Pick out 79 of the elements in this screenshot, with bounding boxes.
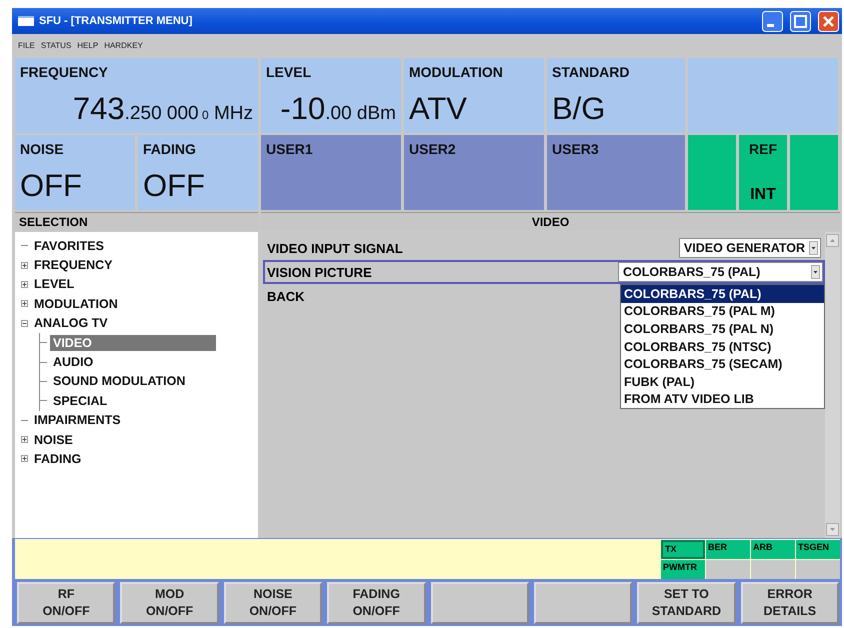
- panel-value: INT: [750, 186, 776, 204]
- panel-label: USER1: [266, 141, 314, 157]
- panel-value: B/G: [552, 91, 606, 127]
- status-indicator: ARB: [751, 540, 795, 559]
- app-icon: [18, 16, 34, 26]
- dropdown[interactable]: VIDEO GENERATOR: [678, 238, 821, 258]
- status-panel[interactable]: MODULATION ATV: [404, 58, 544, 133]
- indicator-panel[interactable]: REF INT: [739, 135, 787, 210]
- panel-label: LEVEL: [266, 64, 312, 80]
- softkey[interactable]: MOD ON/OFF: [120, 582, 219, 624]
- status-panel[interactable]: FADING OFF: [138, 135, 258, 210]
- panel-value: OFF: [143, 168, 206, 204]
- panel-label: MODULATION: [409, 64, 504, 80]
- menu-item[interactable]: HELP: [77, 40, 98, 50]
- blank-softkey[interactable]: [430, 582, 529, 624]
- window-title: SFU - [TRANSMITTER MENU]: [39, 15, 194, 27]
- menu-item[interactable]: FILE: [18, 40, 35, 50]
- dropdown-option[interactable]: FUBK (PAL): [621, 372, 824, 391]
- expander-icon[interactable]: [21, 300, 28, 308]
- minimize-icon[interactable]: [762, 10, 783, 32]
- dropdown-option[interactable]: COLORBARS_75 (NTSC): [621, 338, 824, 356]
- menu-item[interactable]: STATUS: [40, 40, 72, 50]
- dropdown-option[interactable]: COLORBARS_75 (PAL M): [621, 302, 824, 320]
- blank-softkey[interactable]: [534, 582, 632, 624]
- dropdown-option[interactable]: COLORBARS_75 (SECAM): [621, 355, 824, 373]
- expander-icon[interactable]: [21, 320, 28, 327]
- panel-value: 743.250 000 0 MHz: [72, 91, 253, 127]
- tree-item[interactable]: VIDEO: [50, 334, 216, 351]
- panel-label: FREQUENCY: [20, 64, 109, 80]
- status-panel[interactable]: STANDARD B/G: [547, 58, 685, 133]
- status-indicator: BER: [706, 540, 750, 559]
- tree-item[interactable]: MODULATION: [31, 296, 121, 312]
- panel-label: FADING: [143, 141, 197, 157]
- softkey[interactable]: RF ON/OFF: [17, 582, 116, 624]
- panel-label: REF: [749, 141, 777, 157]
- parameter-label: VIDEO INPUT SIGNAL: [267, 240, 403, 256]
- tree-item[interactable]: SOUND MODULATION: [50, 373, 188, 390]
- maximize-icon[interactable]: [790, 10, 811, 32]
- status-panel[interactable]: NOISE OFF: [15, 135, 135, 210]
- expander-icon[interactable]: [21, 436, 28, 444]
- user-panel[interactable]: USER3: [547, 135, 685, 210]
- panel-value: OFF: [20, 168, 83, 204]
- status-indicator: TX: [661, 540, 705, 559]
- tree-item[interactable]: AUDIO: [50, 354, 96, 370]
- dropdown-option[interactable]: COLORBARS_75 (PAL): [621, 285, 824, 303]
- status-panel[interactable]: LEVEL -10.00 dBm: [261, 58, 401, 133]
- back-item[interactable]: BACK: [267, 288, 305, 304]
- panel-label: USER3: [552, 141, 600, 157]
- softkey[interactable]: NOISE ON/OFF: [224, 582, 322, 624]
- status-indicator: PWMTR: [661, 560, 705, 579]
- panel-value: -10.00 dBm: [279, 91, 396, 127]
- tree-item[interactable]: NOISE: [31, 432, 76, 448]
- panel-label: USER2: [409, 141, 457, 157]
- panel-label: STANDARD: [552, 64, 631, 80]
- parameter-label: VISION PICTURE: [267, 264, 372, 280]
- expander-icon[interactable]: [21, 280, 28, 288]
- dropdown-option[interactable]: FROM ATV VIDEO LIB: [621, 390, 824, 408]
- tree-item[interactable]: SPECIAL: [50, 392, 110, 409]
- status-panel[interactable]: FREQUENCY 743.250 000 0 MHz: [15, 58, 258, 133]
- user-panel[interactable]: USER2: [404, 135, 544, 210]
- menu-item[interactable]: HARDKEY: [104, 40, 143, 50]
- status-indicator: TSGEN: [796, 540, 840, 559]
- expander-icon[interactable]: [21, 262, 28, 269]
- tree-item[interactable]: FAVORITES: [31, 238, 107, 254]
- expander-icon[interactable]: [21, 455, 28, 462]
- panel-value: ATV: [409, 91, 468, 127]
- panel-label: NOISE: [20, 141, 65, 157]
- dropdown-option[interactable]: COLORBARS_75 (PAL N): [621, 320, 824, 338]
- tree-item[interactable]: LEVEL: [31, 276, 78, 292]
- softkey[interactable]: FADING ON/OFF: [327, 582, 426, 624]
- softkey[interactable]: ERROR DETAILS: [740, 582, 839, 624]
- tree-item[interactable]: ANALOG TV: [31, 315, 111, 332]
- softkey[interactable]: SET TO STANDARD: [637, 582, 736, 624]
- user-panel[interactable]: USER1: [261, 135, 401, 210]
- close-icon[interactable]: [818, 10, 839, 32]
- dropdown[interactable]: COLORBARS_75 (PAL): [618, 262, 823, 282]
- tree-item[interactable]: FADING: [31, 450, 84, 467]
- tree-item[interactable]: FREQUENCY: [31, 257, 116, 274]
- tree-item[interactable]: IMPAIRMENTS: [31, 412, 124, 428]
